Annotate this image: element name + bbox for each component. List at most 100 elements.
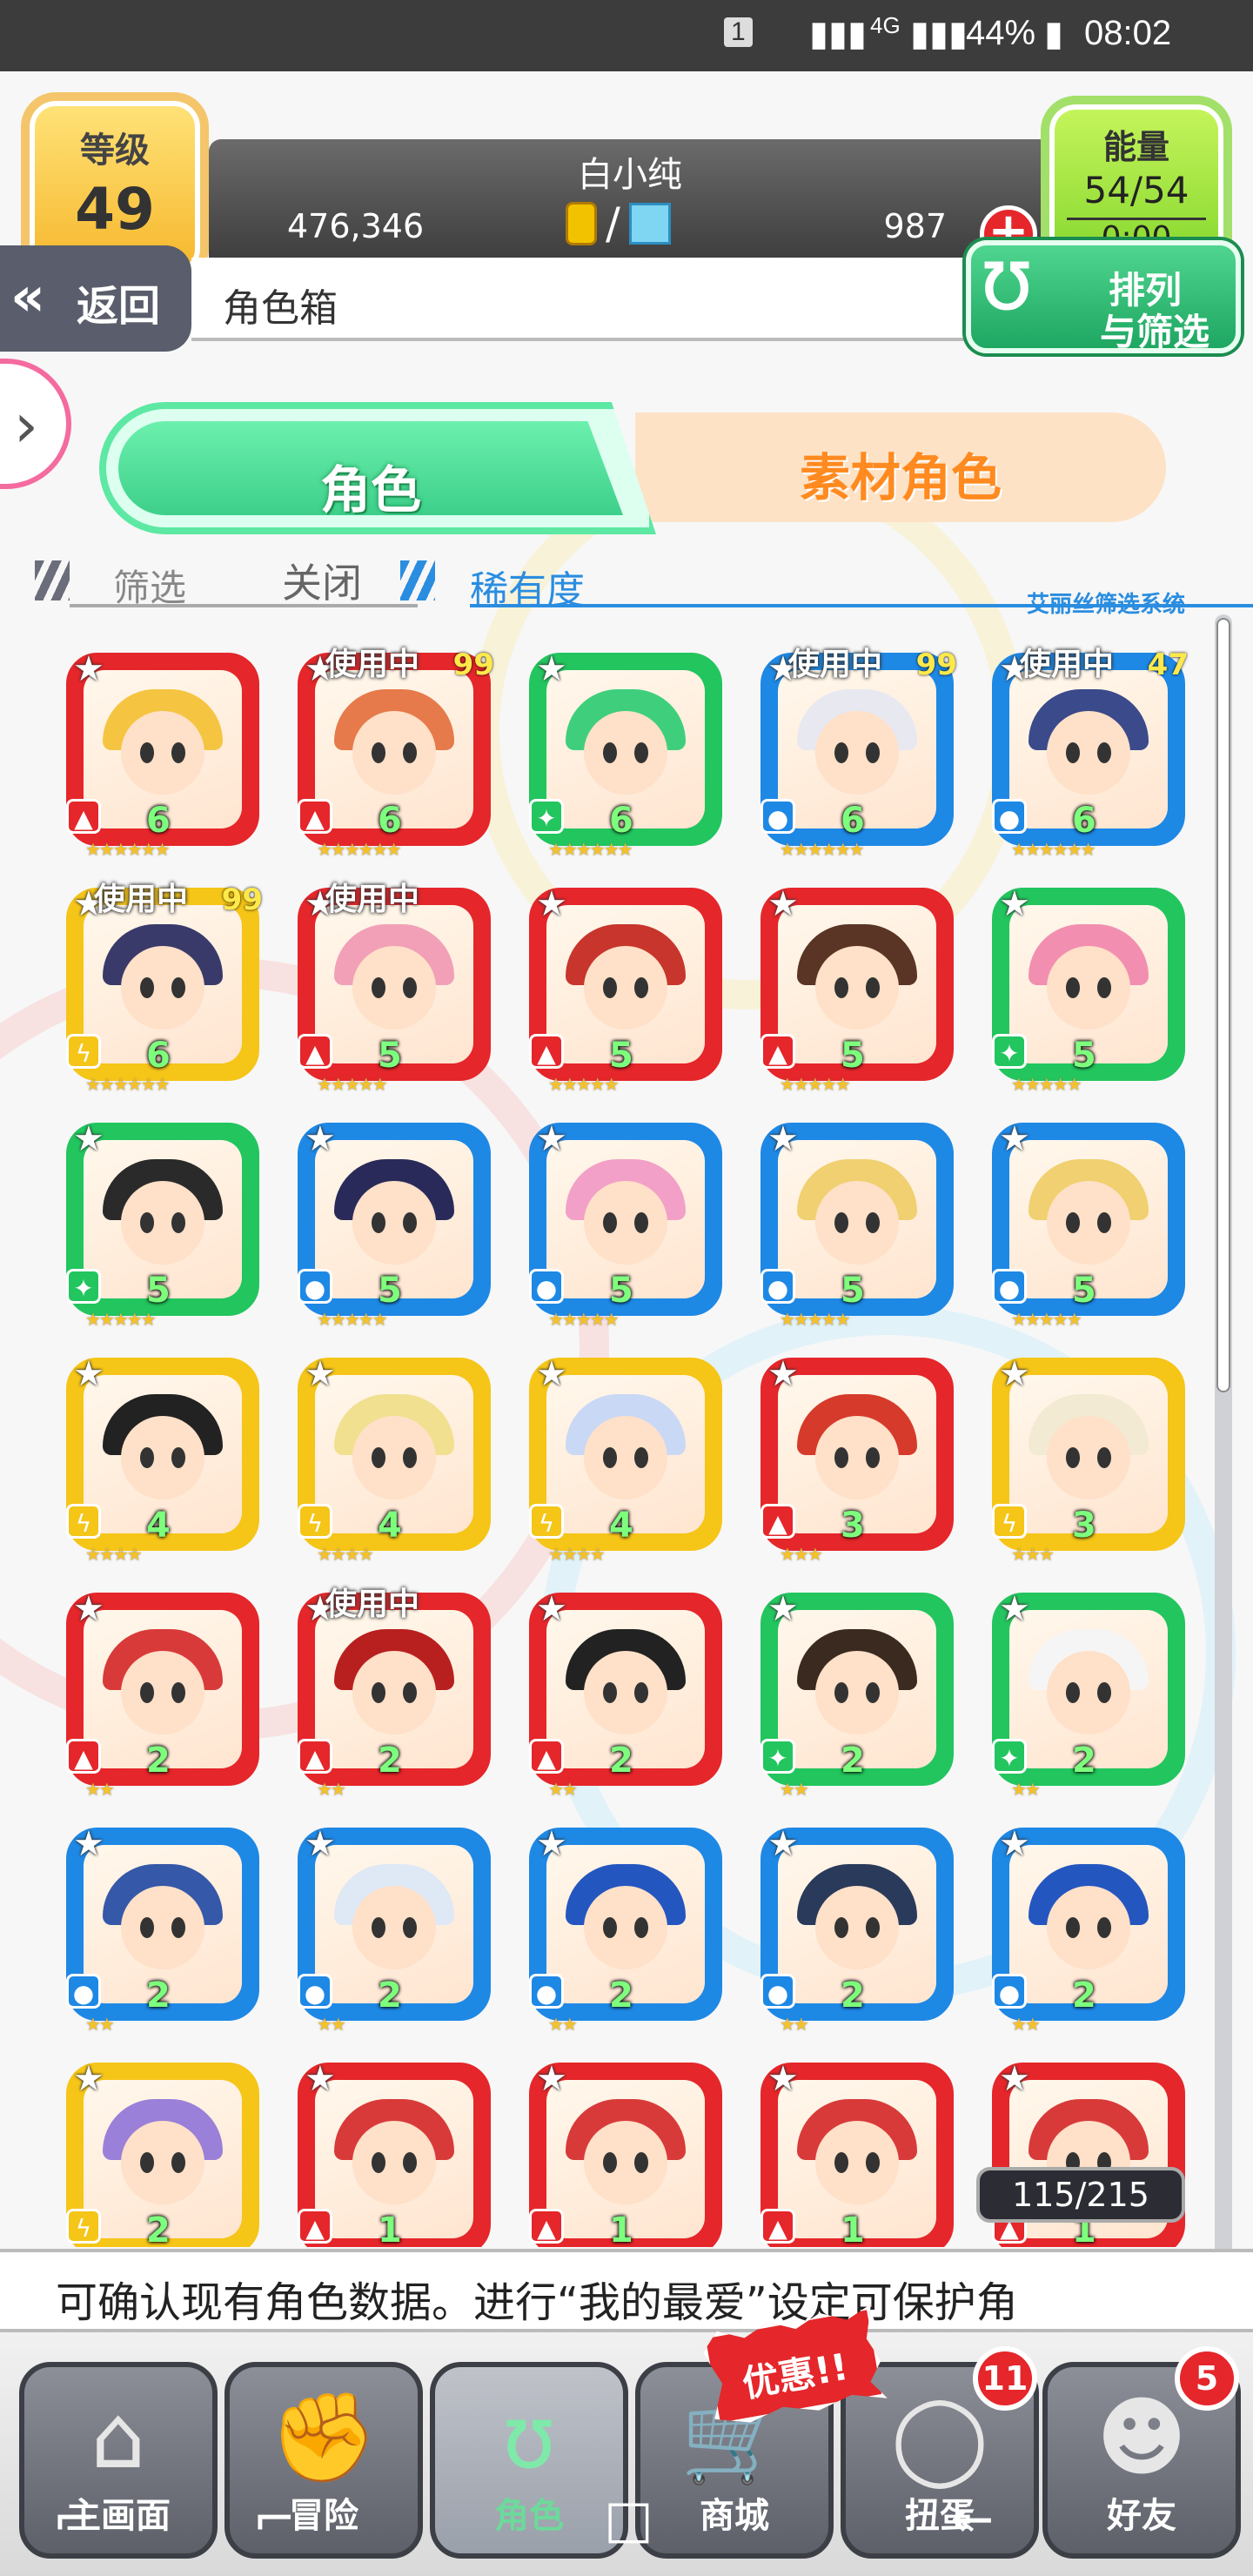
favorite-star-icon[interactable]: ★ [305,1119,336,1159]
character-card[interactable]: ★ ▲ 2 ★★ [63,1584,263,1800]
favorite-star-icon[interactable]: ★ [536,1824,567,1864]
character-level: 1 [378,2210,402,2247]
character-card[interactable]: ★ ✦ 6 ★★★★★★ [526,644,726,860]
favorite-star-icon[interactable]: ★ [73,2059,104,2099]
nav-friends[interactable]: ☻ 好友 5 [1042,2346,1241,2559]
filter-row: 筛选 关闭 稀有度 艾丽丝筛选系统 [35,548,1253,618]
scrollbar-thumb[interactable] [1216,618,1230,1392]
scrollbar[interactable] [1215,614,1232,2259]
rarity-stars: ★★ [780,1779,809,1800]
favorite-star-icon[interactable]: ★ [73,1589,104,1629]
character-card[interactable]: ★ ϟ 4 ★★★★ [526,1349,726,1565]
favorite-star-icon[interactable]: ★ [767,884,799,924]
nav-characters[interactable]: ʊ 角色 [430,2362,628,2559]
gem-amount: 987 [883,207,947,245]
back-button[interactable]: « 返回 [0,245,191,352]
character-card[interactable]: ★ ▲ 5 ★★★★★ 使用中 [294,879,494,1095]
character-card[interactable]: ★ ● 2 ★★ [988,1819,1189,2035]
favorite-star-icon[interactable]: ★ [73,1119,104,1159]
network-label: 4G [870,12,901,38]
character-card[interactable]: ★▲1★ [294,2054,494,2247]
favorite-star-icon[interactable]: ★ [305,1824,336,1864]
character-card[interactable]: ★ ✦ 2 ★★ [757,1584,957,1800]
nav-home[interactable]: ⌂ 主画面 [19,2362,218,2559]
character-card[interactable]: ★ϟ2★★ [63,2054,263,2247]
favorite-star-icon[interactable]: ★ [305,2059,336,2099]
favorite-star-icon[interactable]: ★ [767,1824,799,1864]
character-card[interactable]: ★ ▲ 5 ★★★★★ [757,879,957,1095]
character-card[interactable]: ★▲1★ [526,2054,726,2247]
character-level: 5 [609,1271,633,1311]
favorite-star-icon[interactable]: ★ [73,1354,104,1394]
favorite-star-icon[interactable]: ★ [536,2059,567,2099]
character-face [584,1415,667,1499]
character-card[interactable]: ★ ✦ 5 ★★★★★ [63,1114,263,1330]
character-card[interactable]: ★ ● 5 ★★★★★ [526,1114,726,1330]
character-face [815,1180,899,1265]
in-use-label: 使用中 [325,882,420,917]
character-card[interactable]: ★ ϟ 6 ★★★★★★ 使用中 99 [63,879,263,1095]
character-card[interactable]: ★ ▲ 2 ★★ 使用中 [294,1584,494,1800]
filter-label: 与筛选 [1100,311,1210,353]
tab-characters[interactable]: 角色 [99,402,656,534]
character-card[interactable]: ★ ✦ 2 ★★ [988,1584,1189,1800]
character-card[interactable]: ★ ● 2 ★★ [63,1819,263,2035]
favorite-star-icon[interactable]: ★ [305,1354,336,1394]
favorite-star-icon[interactable]: ★ [999,884,1030,924]
thunder-element-icon: ϟ [992,1504,1027,1539]
character-card[interactable]: ★ ϟ 4 ★★★★ [63,1349,263,1565]
filter-toggle[interactable]: 关闭 [282,552,362,609]
favorite-star-icon[interactable]: ★ [999,1354,1030,1394]
character-face [815,1885,899,1969]
nav-label: 角色 [494,2496,564,2536]
in-use-label: 使用中 [325,1587,420,1622]
character-card[interactable]: ★ ϟ 3 ★★★ [988,1349,1189,1565]
character-card[interactable]: ★ ● 2 ★★ [526,1819,726,2035]
favorite-star-icon[interactable]: ★ [767,1589,799,1629]
character-card[interactable]: ★ ϟ 4 ★★★★ [294,1349,494,1565]
character-face [352,1650,436,1734]
info-text: 可确认现有角色数据。进行“我的最爱”设定可保护角 [56,2278,1018,2327]
character-level: 2 [609,1976,633,2016]
character-card[interactable]: ★ ● 5 ★★★★★ [988,1114,1189,1330]
favorite-star-icon[interactable]: ★ [536,1589,567,1629]
character-card[interactable]: ★ ● 2 ★★ [294,1819,494,2035]
favorite-star-icon[interactable]: ★ [999,1589,1030,1629]
character-face [1047,710,1130,795]
character-card[interactable]: ★ ▲ 2 ★★ [526,1584,726,1800]
wood-element-icon: ✦ [529,799,564,834]
nav-adventure[interactable]: ✊ 冒险 [224,2362,423,2559]
favorite-star-icon[interactable]: ★ [536,1119,567,1159]
favorite-star-icon[interactable]: ★ [536,884,567,924]
character-card[interactable]: ★ ▲ 6 ★★★★★★ [63,644,263,860]
favorite-star-icon[interactable]: ★ [73,649,104,689]
character-card[interactable]: ★ ● 6 ★★★★★★ 使用中 99 [757,644,957,860]
favorite-star-icon[interactable]: ★ [767,1119,799,1159]
sort-filter-button[interactable]: ʊ 排列 与筛选 [945,219,1246,367]
character-card[interactable]: ★ ● 6 ★★★★★★ 使用中 47 [988,644,1189,860]
character-card[interactable]: ★ ▲ 3 ★★★ [757,1349,957,1565]
character-card[interactable]: ★ ▲ 6 ★★★★★★ 使用中 99 [294,644,494,860]
thunder-element-icon: ϟ [298,1504,332,1539]
water-element-icon: ● [761,799,795,834]
favorite-star-icon[interactable]: ★ [999,1824,1030,1864]
favorite-star-icon[interactable]: ★ [536,649,567,689]
favorite-star-icon[interactable]: ★ [73,1824,104,1864]
character-card[interactable]: ★▲1★ [757,2054,957,2247]
thunder-element-icon: ϟ [66,1034,101,1069]
favorite-star-icon[interactable]: ★ [767,1354,799,1394]
side-drawer-handle[interactable]: › [0,359,71,489]
character-card[interactable]: ★ ▲ 5 ★★★★★ [526,879,726,1095]
tab-material-characters[interactable]: 素材角色 [635,413,1166,522]
character-card[interactable]: ★ ● 5 ★★★★★ [757,1114,957,1330]
favorite-star-icon[interactable]: ★ [536,1354,567,1394]
favorite-star-icon[interactable]: ★ [999,2059,1030,2099]
character-card[interactable]: ★ ● 5 ★★★★★ [294,1114,494,1330]
favorite-star-icon[interactable]: ★ [999,1119,1030,1159]
character-card[interactable]: ★ ✦ 5 ★★★★★ [988,879,1189,1095]
character-card[interactable]: ★ ● 2 ★★ [757,1819,957,2035]
character-face [1047,1650,1130,1734]
character-face [352,2120,436,2204]
favorite-star-icon[interactable]: ★ [767,2059,799,2099]
rarity-stars: ★★★★★★ [317,839,402,860]
